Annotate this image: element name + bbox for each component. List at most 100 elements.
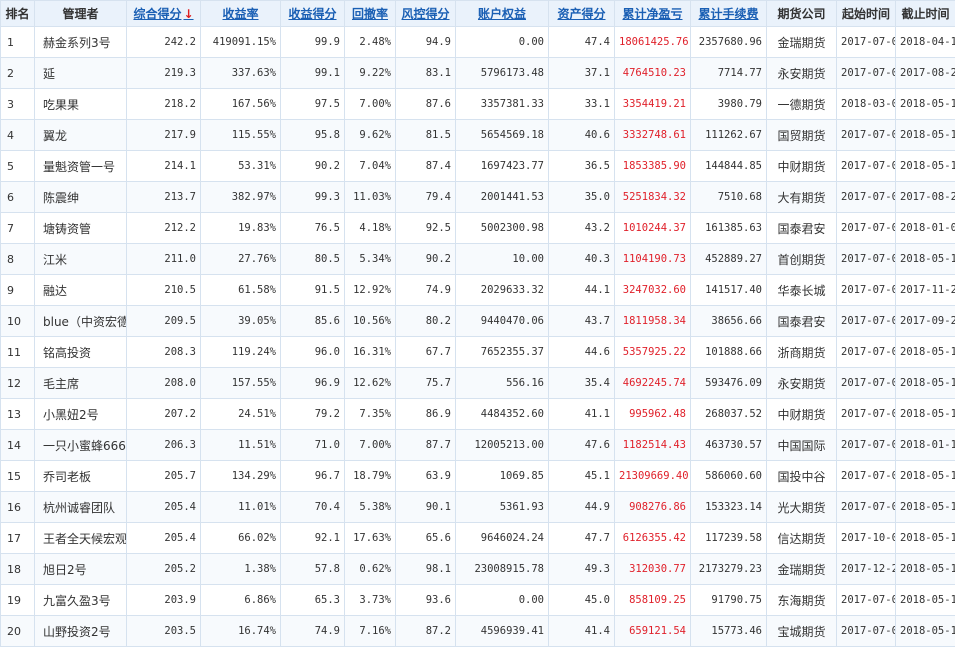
manager-cell[interactable]: 小黑妞2号 <box>35 399 127 430</box>
start-date-cell: 2017-07-03 <box>837 461 896 492</box>
manager-cell[interactable]: 赫金系列3号 <box>35 27 127 58</box>
cum-fee-cell: 586060.60 <box>691 461 767 492</box>
end-date-cell: 2018-05-15 <box>896 399 955 430</box>
drawdown-cell: 7.35% <box>345 399 396 430</box>
equity-cell: 556.16 <box>456 368 549 399</box>
manager-cell[interactable]: 塘铸资管 <box>35 213 127 244</box>
manager-cell[interactable]: 九富久盈3号 <box>35 585 127 616</box>
asset-score-cell: 36.5 <box>549 151 615 182</box>
risk-score-cell: 93.6 <box>396 585 456 616</box>
manager-cell[interactable]: 一只小蜜蜂666 <box>35 430 127 461</box>
drawdown-cell: 0.62% <box>345 554 396 585</box>
score-cell: 242.2 <box>127 27 201 58</box>
start-date-cell: 2017-07-03 <box>837 368 896 399</box>
start-date-cell: 2017-07-01 <box>837 58 896 89</box>
score-cell: 209.5 <box>127 306 201 337</box>
company-cell: 一德期货 <box>767 89 837 120</box>
manager-cell[interactable]: blue（中资宏德 <box>35 306 127 337</box>
return-score-cell: 91.5 <box>281 275 345 306</box>
manager-cell[interactable]: 翼龙 <box>35 120 127 151</box>
header-cum-fee[interactable]: 累计手续费 <box>691 1 767 27</box>
asset-score-cell: 41.1 <box>549 399 615 430</box>
manager-cell[interactable]: 延 <box>35 58 127 89</box>
manager-cell[interactable]: 量魁资管一号 <box>35 151 127 182</box>
rank-cell: 10 <box>1 306 35 337</box>
header-asset-score[interactable]: 资产得分 <box>549 1 615 27</box>
header-return-score[interactable]: 收益得分 <box>281 1 345 27</box>
rank-cell: 5 <box>1 151 35 182</box>
table-row: 1赫金系列3号242.2419091.15%99.92.48%94.90.004… <box>1 27 955 58</box>
score-cell: 207.2 <box>127 399 201 430</box>
header-risk-score[interactable]: 风控得分 <box>396 1 456 27</box>
manager-cell[interactable]: 旭日2号 <box>35 554 127 585</box>
company-cell: 永安期货 <box>767 368 837 399</box>
return-rate-cell: 39.05% <box>201 306 281 337</box>
end-date-cell: 2017-09-26 <box>896 306 955 337</box>
cum-profit-cell: 1811958.34 <box>615 306 691 337</box>
rank-cell: 12 <box>1 368 35 399</box>
drawdown-cell: 2.48% <box>345 27 396 58</box>
start-date-cell: 2017-07-03 <box>837 585 896 616</box>
table-row: 10blue（中资宏德209.539.05%85.610.56%80.29440… <box>1 306 955 337</box>
manager-cell[interactable]: 融达 <box>35 275 127 306</box>
return-score-cell: 80.5 <box>281 244 345 275</box>
end-date-cell: 2018-05-15 <box>896 89 955 120</box>
equity-cell: 0.00 <box>456 585 549 616</box>
score-cell: 205.7 <box>127 461 201 492</box>
return-score-cell: 71.0 <box>281 430 345 461</box>
manager-cell[interactable]: 杭州诚睿团队 <box>35 492 127 523</box>
risk-score-cell: 90.1 <box>396 492 456 523</box>
return-rate-cell: 19.83% <box>201 213 281 244</box>
risk-score-cell: 63.9 <box>396 461 456 492</box>
risk-score-cell: 83.1 <box>396 58 456 89</box>
equity-cell: 2001441.53 <box>456 182 549 213</box>
cum-profit-cell: 6126355.42 <box>615 523 691 554</box>
start-date-cell: 2017-12-28 <box>837 554 896 585</box>
header-company: 期货公司 <box>767 1 837 27</box>
manager-cell[interactable]: 乔司老板 <box>35 461 127 492</box>
end-date-cell: 2018-05-15 <box>896 523 955 554</box>
rank-cell: 15 <box>1 461 35 492</box>
equity-cell: 23008915.78 <box>456 554 549 585</box>
asset-score-cell: 37.1 <box>549 58 615 89</box>
equity-cell: 2029633.32 <box>456 275 549 306</box>
manager-cell[interactable]: 毛主席 <box>35 368 127 399</box>
header-manager: 管理者 <box>35 1 127 27</box>
cum-fee-cell: 101888.66 <box>691 337 767 368</box>
rank-cell: 17 <box>1 523 35 554</box>
header-score[interactable]: 综合得分↓ <box>127 1 201 27</box>
header-equity[interactable]: 账户权益 <box>456 1 549 27</box>
rank-cell: 7 <box>1 213 35 244</box>
return-rate-cell: 167.56% <box>201 89 281 120</box>
risk-score-cell: 81.5 <box>396 120 456 151</box>
rank-cell: 6 <box>1 182 35 213</box>
cum-fee-cell: 111262.67 <box>691 120 767 151</box>
manager-cell[interactable]: 吃果果 <box>35 89 127 120</box>
header-cum-profit[interactable]: 累计净盈亏 <box>615 1 691 27</box>
cum-fee-cell: 141517.40 <box>691 275 767 306</box>
manager-cell[interactable]: 王者全天候宏观 <box>35 523 127 554</box>
manager-cell[interactable]: 江米 <box>35 244 127 275</box>
return-score-cell: 90.2 <box>281 151 345 182</box>
company-cell: 永安期货 <box>767 58 837 89</box>
header-end: 截止时间 <box>896 1 955 27</box>
company-cell: 国贸期货 <box>767 120 837 151</box>
return-rate-cell: 1.38% <box>201 554 281 585</box>
asset-score-cell: 47.4 <box>549 27 615 58</box>
header-drawdown[interactable]: 回撤率 <box>345 1 396 27</box>
start-date-cell: 2017-07-03 <box>837 492 896 523</box>
score-cell: 203.9 <box>127 585 201 616</box>
asset-score-cell: 45.1 <box>549 461 615 492</box>
equity-cell: 1069.85 <box>456 461 549 492</box>
manager-cell[interactable]: 铭高投资 <box>35 337 127 368</box>
end-date-cell: 2018-05-15 <box>896 585 955 616</box>
end-date-cell: 2017-11-24 <box>896 275 955 306</box>
manager-cell[interactable]: 陈震绅 <box>35 182 127 213</box>
header-return-rate[interactable]: 收益率 <box>201 1 281 27</box>
equity-cell: 5002300.98 <box>456 213 549 244</box>
drawdown-cell: 3.73% <box>345 585 396 616</box>
end-date-cell: 2018-05-15 <box>896 461 955 492</box>
drawdown-cell: 9.62% <box>345 120 396 151</box>
company-cell: 金瑞期货 <box>767 554 837 585</box>
cum-profit-cell: 312030.77 <box>615 554 691 585</box>
